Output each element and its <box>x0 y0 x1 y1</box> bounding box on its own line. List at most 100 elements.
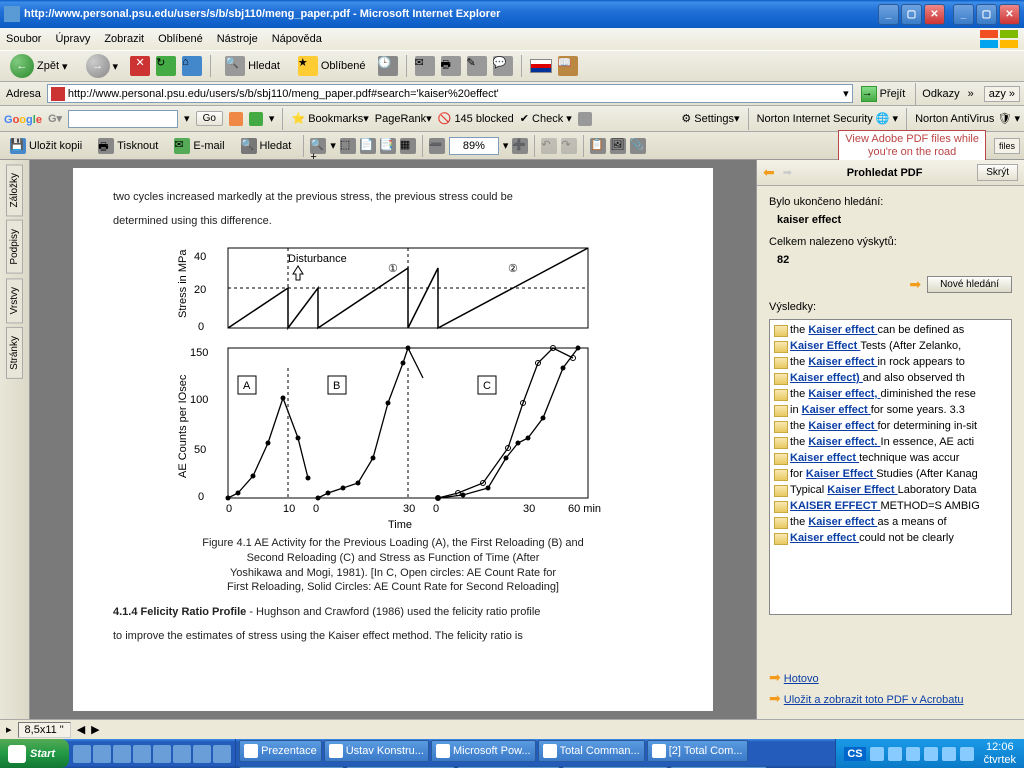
result-item[interactable]: the Kaiser effect can be defined as <box>772 322 1009 338</box>
result-item[interactable]: in Kaiser effect for some years. 3.3 <box>772 402 1009 418</box>
result-item[interactable]: the Kaiser effect, diminished the rese <box>772 386 1009 402</box>
status-right-icon[interactable]: ▶ <box>91 723 99 736</box>
home-icon[interactable]: ⌂ <box>182 56 202 76</box>
g-icon1[interactable] <box>229 112 243 126</box>
ql-icon-2[interactable] <box>93 745 111 763</box>
status-arrow-icon[interactable]: ▸ <box>6 723 12 736</box>
adobe-ad[interactable]: View Adobe PDF files whileyou're on the … <box>838 130 986 160</box>
ql-icon-4[interactable] <box>133 745 151 763</box>
history-icon[interactable]: 🕒 <box>378 56 398 76</box>
book-icon[interactable]: 📖 <box>558 56 578 76</box>
continuous-icon[interactable]: 📑 <box>380 138 396 154</box>
menu-nastroje[interactable]: Nástroje <box>217 33 258 45</box>
bookmarks-button[interactable]: ⭐ Bookmarks▾ <box>291 112 368 125</box>
task-button[interactable]: Prezentace <box>239 740 322 762</box>
check-button[interactable]: ✔ Check ▾ <box>520 112 572 125</box>
hide-button[interactable]: Skrýt <box>977 164 1018 181</box>
maximize-button[interactable]: ▢ <box>901 4 922 25</box>
new-search-button[interactable]: Nové hledání <box>927 276 1012 293</box>
zoom-in2-icon[interactable]: ➕ <box>512 138 528 154</box>
result-item[interactable]: Typical Kaiser Effect Laboratory Data <box>772 482 1009 498</box>
google-go-button[interactable]: Go <box>196 111 223 126</box>
page-icon[interactable]: 📄 <box>360 138 376 154</box>
stop-icon[interactable]: ✕ <box>130 56 150 76</box>
minimize2-button[interactable]: _ <box>953 4 974 25</box>
result-item[interactable]: the Kaiser effect. In essence, AE acti <box>772 434 1009 450</box>
result-item[interactable]: Kaiser effect) and also observed th <box>772 370 1009 386</box>
rotate-icon[interactable]: 📋 <box>590 138 606 154</box>
minimize-button[interactable]: _ <box>878 4 899 25</box>
result-item[interactable]: Kaiser effect technique was accur <box>772 450 1009 466</box>
restore2-button[interactable]: ▢ <box>976 4 997 25</box>
close2-button[interactable]: ✕ <box>999 4 1020 25</box>
pagerank-button[interactable]: PageRank▾ <box>375 112 432 125</box>
link-hotovo[interactable]: Hotovo <box>784 673 819 685</box>
clock[interactable]: 12:06čtvrtek <box>984 741 1016 765</box>
tray-icon-4[interactable] <box>924 747 938 761</box>
discuss-icon[interactable]: 💬 <box>493 56 513 76</box>
tray-icon-6[interactable] <box>960 747 974 761</box>
forward-button[interactable]: → ▾ <box>80 52 125 80</box>
link-save-acrobat[interactable]: Uložit a zobrazit toto PDF v Acrobatu <box>784 694 964 706</box>
norton-av-button[interactable]: Norton AntiVirus 🛡 ▾ <box>915 112 1020 125</box>
tray-icon-2[interactable] <box>888 747 902 761</box>
menu-napoveda[interactable]: Nápověda <box>272 33 322 45</box>
norton-is-button[interactable]: Norton Internet Security 🌐 ▾ <box>757 112 899 125</box>
task-button[interactable]: Ústav Konstru... <box>324 740 429 762</box>
task-button[interactable]: Total Comman... <box>538 740 645 762</box>
print-button[interactable]: 🖶Tisknout <box>92 135 164 157</box>
lang-indicator[interactable]: CS <box>844 747 865 761</box>
dropdown-icon[interactable]: ▾ <box>843 87 849 100</box>
prev-view-icon[interactable]: ↶ <box>541 138 557 154</box>
mail-icon[interactable]: ✉ <box>415 56 435 76</box>
result-item[interactable]: Kaiser Effect Tests (After Zelanko, <box>772 338 1009 354</box>
flag-cz-icon[interactable] <box>530 59 552 73</box>
close-button[interactable]: ✕ <box>924 4 945 25</box>
tray-icon-3[interactable] <box>906 747 920 761</box>
tool1-icon[interactable]: 🖼 <box>610 138 626 154</box>
search-results[interactable]: the Kaiser effect can be defined asKaise… <box>769 319 1012 615</box>
ql-icon-5[interactable] <box>153 745 171 763</box>
tab-vrstvy[interactable]: Vrstvy <box>6 278 23 323</box>
pdf-viewport[interactable]: two cycles increased markedly at the pre… <box>30 160 756 719</box>
task-button[interactable]: Microsoft Pow... <box>431 740 536 762</box>
favorites-button[interactable]: ★Oblíbené <box>292 54 372 78</box>
g-icon3[interactable] <box>578 112 592 126</box>
go-button[interactable]: →Přejít <box>857 86 910 102</box>
settings-button[interactable]: ⚙ Settings▾ <box>681 112 739 125</box>
result-item[interactable]: the Kaiser effect in rock appears to <box>772 354 1009 370</box>
search-back-icon[interactable]: ⬅ <box>763 164 775 181</box>
tool2-icon[interactable]: 📎 <box>630 138 646 154</box>
address-input[interactable] <box>68 88 840 100</box>
status-left-icon[interactable]: ◀ <box>77 723 85 736</box>
back-button[interactable]: ←Zpět ▾ <box>4 52 74 80</box>
print-icon[interactable]: 🖶 <box>441 56 461 76</box>
ql-icon-6[interactable] <box>173 745 191 763</box>
azy-button[interactable]: azy » <box>984 86 1020 102</box>
result-item[interactable]: KAISER EFFECT METHOD=S AMBIG <box>772 498 1009 514</box>
files-button[interactable]: files <box>994 138 1020 154</box>
edit-icon[interactable]: ✎ <box>467 56 487 76</box>
zoom-input[interactable] <box>449 137 499 155</box>
tab-stranky[interactable]: Stránky <box>6 327 23 379</box>
tab-zalozky[interactable]: Záložky <box>6 164 23 216</box>
ql-icon-3[interactable] <box>113 745 131 763</box>
start-button[interactable]: Start <box>0 739 69 768</box>
email-button[interactable]: ✉E-mail <box>168 135 230 157</box>
search-button[interactable]: 🔍Hledat <box>219 54 286 78</box>
refresh-icon[interactable]: ↻ <box>156 56 176 76</box>
find-button[interactable]: 🔍Hledat <box>235 135 298 157</box>
menu-upravy[interactable]: Úpravy <box>55 33 90 45</box>
ql-icon-8[interactable] <box>213 745 231 763</box>
task-button[interactable]: [2] Total Com... <box>647 740 748 762</box>
ql-icon-7[interactable] <box>193 745 211 763</box>
tray-icon-1[interactable] <box>870 747 884 761</box>
menu-oblibene[interactable]: Oblíbené <box>158 33 203 45</box>
blocked-button[interactable]: 🚫 145 blocked <box>438 112 514 125</box>
tab-podpisy[interactable]: Podpisy <box>6 220 23 274</box>
save-copy-button[interactable]: 💾Uložit kopii <box>4 135 88 157</box>
menu-zobrazit[interactable]: Zobrazit <box>104 33 144 45</box>
result-item[interactable]: the Kaiser effect for determining in-sit <box>772 418 1009 434</box>
menu-soubor[interactable]: Soubor <box>6 33 41 45</box>
result-item[interactable]: Kaiser effect could not be clearly <box>772 530 1009 546</box>
